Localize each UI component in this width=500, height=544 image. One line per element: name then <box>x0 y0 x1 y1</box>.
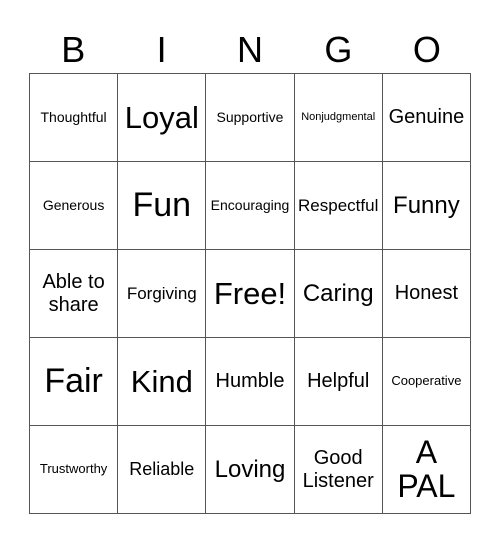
bingo-cell[interactable]: Thoughtful <box>30 74 119 162</box>
bingo-grid: Thoughtful Loyal Supportive Nonjudgmenta… <box>29 73 471 514</box>
header-letter-o: O <box>412 29 441 70</box>
free-space-cell[interactable]: Free! <box>206 250 295 338</box>
bingo-cell[interactable]: Genuine <box>382 74 471 162</box>
bingo-header: B I N G O <box>29 28 471 72</box>
bingo-cell[interactable]: Generous <box>30 162 119 250</box>
bingo-cell[interactable]: Able to share <box>30 250 119 338</box>
bingo-cell[interactable]: Caring <box>294 250 383 338</box>
bingo-cell[interactable]: Encouraging <box>206 162 295 250</box>
bingo-cell[interactable]: Forgiving <box>118 250 207 338</box>
bingo-cell[interactable]: Reliable <box>118 426 207 514</box>
bingo-cell[interactable]: Loving <box>206 426 295 514</box>
bingo-cell[interactable]: A PAL <box>382 426 471 514</box>
bingo-cell[interactable]: Fun <box>118 162 207 250</box>
header-letter-b: B <box>61 29 86 70</box>
bingo-cell[interactable]: Respectful <box>294 162 383 250</box>
bingo-cell[interactable]: Nonjudgmental <box>294 74 383 162</box>
bingo-cell[interactable]: Fair <box>30 338 119 426</box>
bingo-cell[interactable]: Humble <box>206 338 295 426</box>
bingo-cell[interactable]: Kind <box>118 338 207 426</box>
header-letter-g: G <box>324 29 353 70</box>
bingo-cell[interactable]: Cooperative <box>382 338 471 426</box>
header-letter-n: N <box>237 29 264 70</box>
bingo-cell[interactable]: Funny <box>382 162 471 250</box>
header-letter-i: I <box>156 29 167 70</box>
bingo-cell[interactable]: Honest <box>382 250 471 338</box>
bingo-cell[interactable]: Good Listener <box>294 426 383 514</box>
bingo-cell[interactable]: Trustworthy <box>30 426 119 514</box>
bingo-cell[interactable]: Helpful <box>294 338 383 426</box>
bingo-cell[interactable]: Loyal <box>118 74 207 162</box>
bingo-cell[interactable]: Supportive <box>206 74 295 162</box>
